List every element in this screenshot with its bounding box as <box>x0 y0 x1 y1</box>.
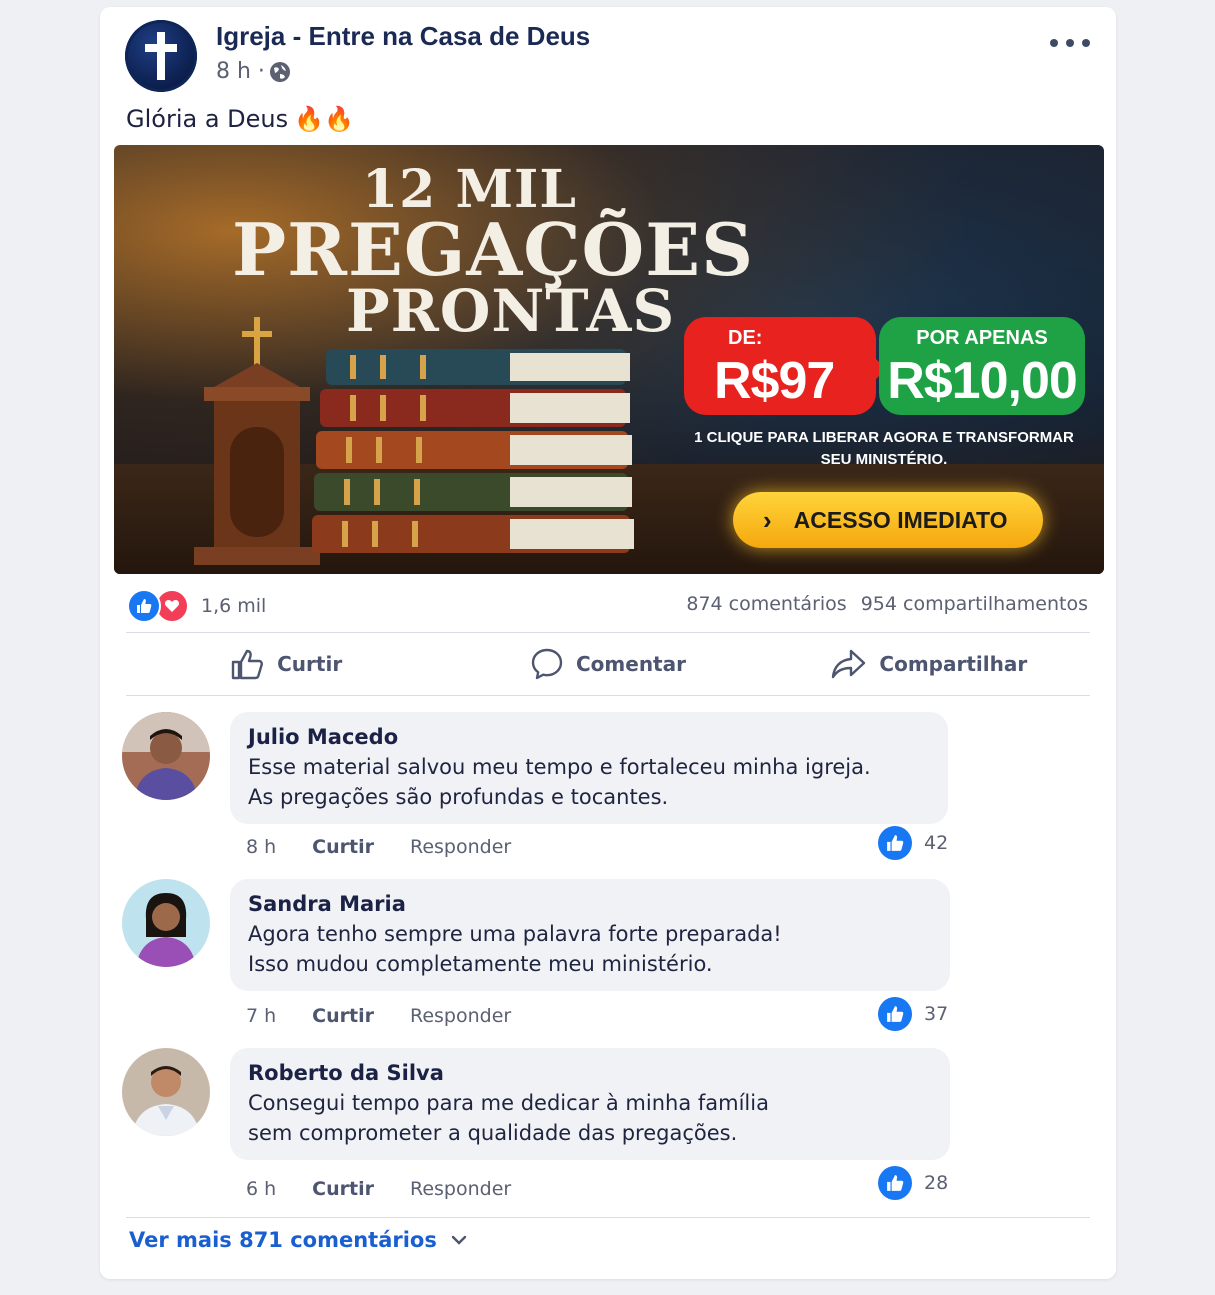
thumb-up-icon <box>231 649 264 680</box>
comment-text-line: Consegui tempo para me dedicar à minha f… <box>248 1091 769 1115</box>
comment-bubble: Sandra Maria Agora tenho sempre uma pala… <box>230 879 950 991</box>
fire-emoji: 🔥🔥 <box>294 105 354 133</box>
comment-reply-button[interactable]: Responder <box>410 1005 511 1027</box>
comment-time[interactable]: 8 h <box>246 836 276 858</box>
comment-count[interactable]: 874 comentários <box>686 593 846 615</box>
chevron-right-icon: › <box>763 504 772 535</box>
share-count[interactable]: 954 compartilhamentos <box>861 593 1088 615</box>
cross-icon <box>145 32 177 80</box>
post-text-content: Glória a Deus <box>126 105 289 133</box>
share-button-label: Compartilhar <box>879 652 1028 676</box>
comment-time[interactable]: 7 h <box>246 1005 276 1027</box>
comment-bubble: Julio Macedo Esse material salvou meu te… <box>230 712 948 824</box>
like-icon <box>878 1166 912 1200</box>
new-price-label: POR APENAS <box>916 327 1048 349</box>
share-button[interactable]: Compartilhar <box>769 633 1090 695</box>
comment-author[interactable]: Sandra Maria <box>248 889 932 919</box>
comment-text-line: Agora tenho sempre uma palavra forte pre… <box>248 922 782 946</box>
comment-author[interactable]: Julio Macedo <box>248 722 930 752</box>
share-icon <box>832 649 866 679</box>
post-card: Igreja - Entre na Casa de Deus 8 h · Gló… <box>100 7 1116 1279</box>
ad-cta-button[interactable]: › ACESSO IMEDIATO <box>733 492 1043 548</box>
page-name[interactable]: Igreja - Entre na Casa de Deus <box>216 21 590 52</box>
old-price-value: R$97 <box>714 352 835 410</box>
avatar[interactable] <box>122 1048 210 1136</box>
chevron-down-icon <box>451 1235 467 1245</box>
ad-title-line3: PRONTAS <box>346 277 676 345</box>
post-time[interactable]: 8 h · <box>216 59 265 84</box>
comment-meta: 8 h Curtir Responder <box>246 836 511 858</box>
ad-description: 1 CLIQUE PARA LIBERAR AGORA E TRANSFORMA… <box>694 429 1074 468</box>
globe-icon <box>269 61 290 82</box>
comment-bubble: Roberto da Silva Consegui tempo para me … <box>230 1048 950 1160</box>
divider <box>126 695 1090 696</box>
post-text: Glória a Deus 🔥🔥 <box>126 105 354 133</box>
like-icon <box>878 997 912 1031</box>
see-more-comments-link[interactable]: Ver mais 871 comentários <box>129 1228 467 1252</box>
comment-reply-button[interactable]: Responder <box>410 1178 511 1200</box>
comment-like-count: 28 <box>924 1172 949 1194</box>
comment-text-line: Isso mudou completamente meu ministério. <box>248 952 713 976</box>
comment-icon <box>531 648 563 680</box>
post-stats: 874 comentários 954 compartilhamentos <box>686 593 1088 615</box>
comment-time[interactable]: 6 h <box>246 1178 276 1200</box>
more-icon <box>1050 39 1058 47</box>
old-price-label: DE: <box>728 327 763 349</box>
comment-likes[interactable]: 37 <box>878 997 948 1031</box>
reactions-summary[interactable]: 1,6 mil <box>127 589 266 623</box>
comment-like-button[interactable]: Curtir <box>312 1178 374 1200</box>
avatar[interactable] <box>122 879 210 967</box>
post-meta: 8 h · <box>216 59 291 84</box>
comment-text-line: As pregações são profundas e tocantes. <box>248 785 669 809</box>
page-avatar[interactable] <box>125 20 197 92</box>
books-illustration <box>312 349 634 553</box>
divider <box>126 1217 1090 1218</box>
like-button-label: Curtir <box>277 652 343 676</box>
more-options-button[interactable] <box>1050 31 1090 55</box>
comment-like-count: 37 <box>924 1003 949 1025</box>
avatar[interactable] <box>122 712 210 800</box>
comment-likes[interactable]: 28 <box>878 1166 948 1200</box>
old-price-badge: DE: R$97 <box>684 317 876 415</box>
new-price-value: R$10,00 <box>887 352 1078 410</box>
comment-likes[interactable]: 42 <box>878 826 948 860</box>
comment-button[interactable]: Comentar <box>447 633 768 695</box>
comment-button-label: Comentar <box>576 652 686 676</box>
comment-like-button[interactable]: Curtir <box>312 1005 374 1027</box>
new-price-badge: POR APENAS R$10,00 <box>879 317 1085 415</box>
comment-like-count: 42 <box>924 832 949 854</box>
ad-image[interactable]: 12 MIL PREGAÇÕES PRONTAS DE: R$97 POR AP… <box>114 145 1104 574</box>
like-icon <box>127 589 161 623</box>
like-button[interactable]: Curtir <box>126 633 447 695</box>
like-icon <box>878 826 912 860</box>
comment-author[interactable]: Roberto da Silva <box>248 1058 932 1088</box>
comment-text-line: Esse material salvou meu tempo e fortale… <box>248 755 871 779</box>
post-actions: Curtir Comentar Compartilhar <box>126 633 1090 695</box>
comment-text-line: sem comprometer a qualidade das pregaçõe… <box>248 1121 738 1145</box>
comment-reply-button[interactable]: Responder <box>410 836 511 858</box>
see-more-label: Ver mais 871 comentários <box>129 1228 437 1252</box>
comment-meta: 7 h Curtir Responder <box>246 1005 511 1027</box>
comment-like-button[interactable]: Curtir <box>312 836 374 858</box>
reaction-count: 1,6 mil <box>201 595 267 617</box>
comment-meta: 6 h Curtir Responder <box>246 1178 511 1200</box>
ad-cta-label: ACESSO IMEDIATO <box>793 506 1008 533</box>
